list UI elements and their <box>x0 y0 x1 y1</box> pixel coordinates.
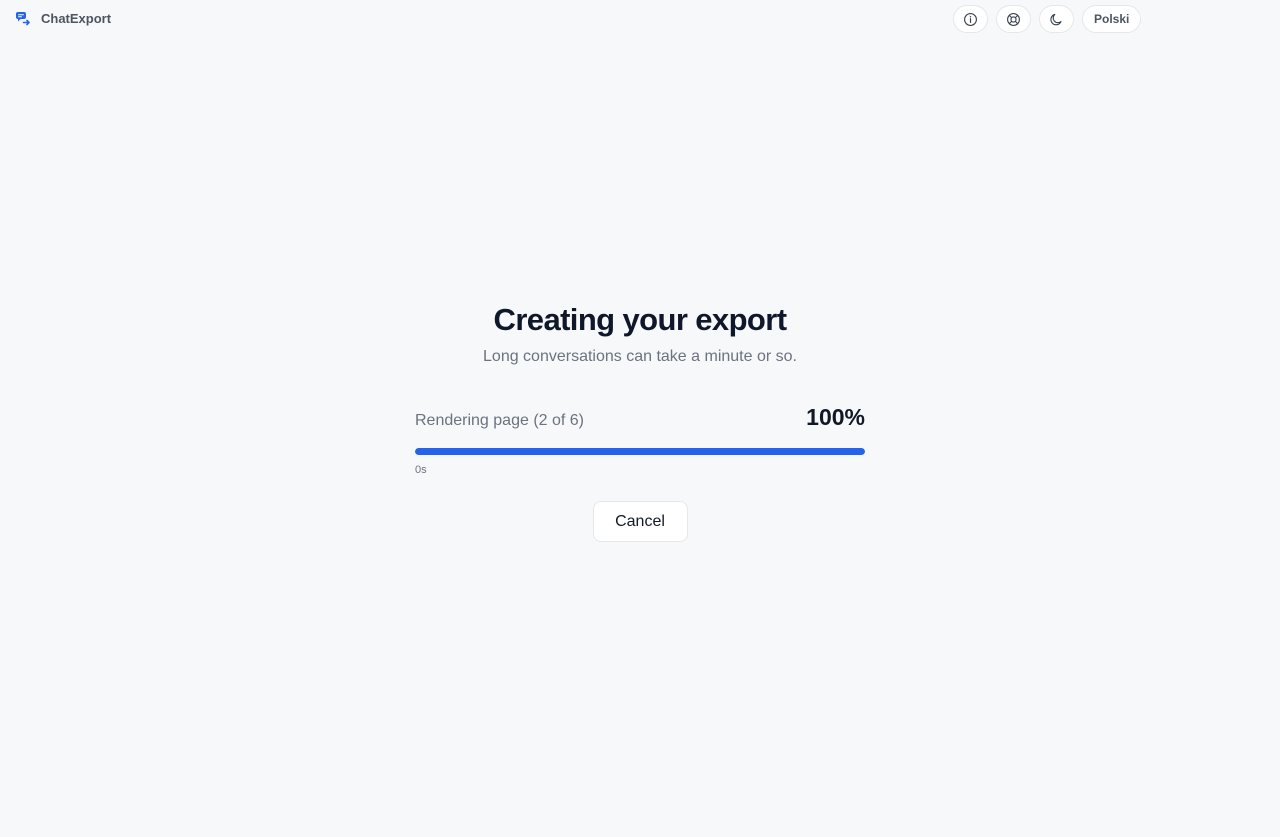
progress-bar <box>415 448 865 455</box>
progress-header: Rendering page (2 of 6) 100% <box>415 401 865 431</box>
top-bar: ChatExport Polski <box>0 0 1280 38</box>
progress-bar-fill <box>415 448 865 455</box>
header-actions: Polski <box>953 5 1142 33</box>
page-title: Creating your export <box>493 302 787 337</box>
info-button[interactable] <box>953 5 988 33</box>
moon-icon <box>1050 13 1062 25</box>
export-panel: Creating your export Long conversations … <box>415 300 865 542</box>
progress-status: Rendering page (2 of 6) <box>415 412 584 429</box>
app-name: ChatExport <box>41 10 112 26</box>
lifebuoy-icon <box>1007 12 1020 26</box>
page-subtitle: Long conversations can take a minute or … <box>483 348 797 365</box>
theme-toggle-button[interactable] <box>1039 5 1074 33</box>
export-actions: Cancel <box>415 501 865 542</box>
elapsed-time: 0s <box>415 464 427 476</box>
brand[interactable]: ChatExport <box>15 10 111 26</box>
progress-percent: 100% <box>806 404 865 430</box>
language-button[interactable]: Polski <box>1082 5 1142 33</box>
chat-export-logo-icon <box>16 12 30 26</box>
info-icon <box>964 12 977 26</box>
cancel-button[interactable]: Cancel <box>592 501 688 542</box>
help-button[interactable] <box>996 5 1031 33</box>
